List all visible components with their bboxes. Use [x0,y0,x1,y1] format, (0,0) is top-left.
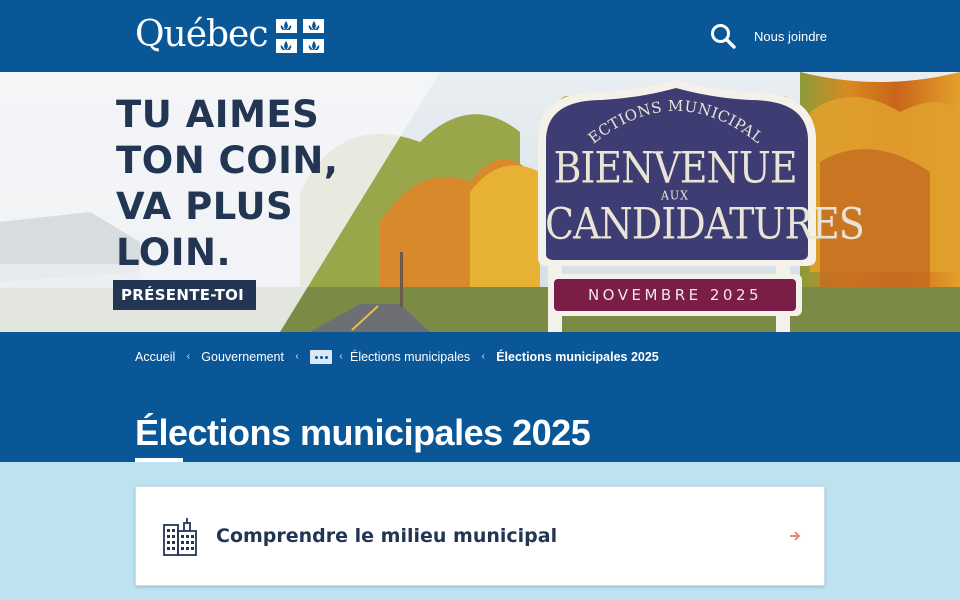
sign-line2: CANDIDATURES [545,199,865,249]
search-icon[interactable] [710,23,736,49]
page-header-band: Accueil ‹ Gouvernement ‹ ‹ Élections mun… [0,332,960,462]
sign-line1: BIENVENUE [553,143,797,193]
site-header: Québec Nous joindre [0,0,960,72]
chevron-left-icon: ‹ [186,351,190,362]
headline-line: VA PLUS [116,185,294,228]
breadcrumb-current: Élections municipales 2025 [496,350,659,364]
chevron-left-icon: ‹ [481,351,485,362]
arrow-right-icon [790,531,801,541]
sign-date: NOVEMBRE 2025 [587,286,763,304]
buildings-icon [163,518,197,556]
breadcrumb-elections-municipales[interactable]: Élections municipales [350,349,470,365]
dot [319,356,323,359]
quebec-logo[interactable]: Québec [135,14,324,56]
fleurdelise-flag-icon [275,19,324,53]
hero-banner: ÉLECTIONS MUNICIPALES BIENVENUE AUX CAND… [0,72,960,332]
card-label: Comprendre le milieu municipal [216,525,558,547]
page-title: Élections municipales 2025 [135,412,591,453]
logo-wordmark: Québec [135,14,269,55]
breadcrumb-more-button[interactable] [309,350,332,364]
chevron-left-icon: ‹ [339,351,343,362]
banner-headline: TU AIMES TON COIN, VA PLUS LOIN. [116,92,338,276]
dot [314,356,318,359]
dot [324,356,328,359]
headline-line: TU AIMES [116,93,320,136]
breadcrumb-accueil[interactable]: Accueil [135,349,175,365]
contact-link[interactable]: Nous joindre [754,29,827,45]
title-underline [135,458,183,462]
card-comprendre-milieu-municipal[interactable]: Comprendre le milieu municipal [135,486,825,586]
present-yourself-badge: PRÉSENTE-TOI [113,280,257,310]
chevron-left-icon: ‹ [295,351,299,362]
headline-line: TON COIN, [116,139,339,182]
headline-line: LOIN. [116,231,231,274]
sign-welcome-text: BIENVENUE AUX CANDIDATURES [545,143,865,249]
breadcrumb-gouvernement[interactable]: Gouvernement [201,349,284,365]
breadcrumb: Accueil ‹ Gouvernement ‹ ‹ Élections mun… [135,349,659,365]
